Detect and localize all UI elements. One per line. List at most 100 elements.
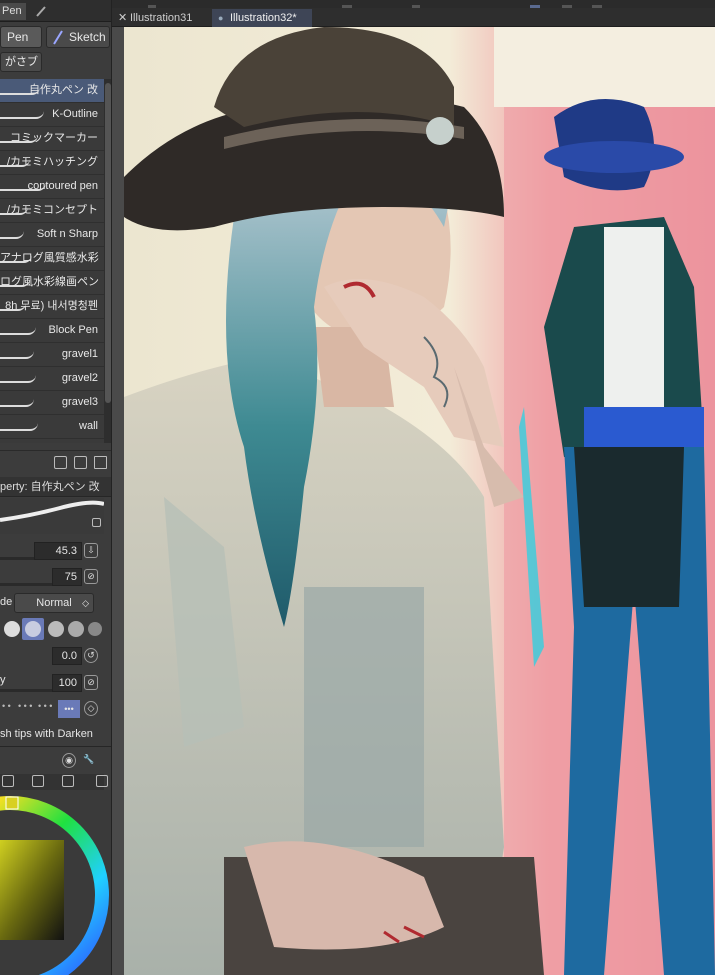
illustration-artwork	[124, 27, 715, 975]
density-row: y 100 ⊘	[0, 672, 104, 694]
pencil-icon	[53, 30, 63, 45]
color-tab-chevron[interactable]	[96, 775, 108, 787]
document-tab-2[interactable]: ● Illustration32*	[212, 9, 312, 27]
brush-item[interactable]: /カモミコンセプト	[0, 199, 104, 223]
brush-item[interactable]: ログ風水彩線画ペン	[0, 271, 104, 295]
command-bar	[112, 0, 715, 11]
blend-mode-select[interactable]: Normal ◇	[14, 593, 94, 613]
brush-size-value[interactable]: 45.3	[34, 542, 82, 560]
brush-item[interactable]: gravel2	[0, 367, 104, 391]
document-tab-2-label: Illustration32*	[230, 12, 297, 24]
brush-item[interactable]: /カモミハッチング	[0, 151, 104, 175]
opacity-dynamics-icon[interactable]: ⊘	[84, 569, 98, 584]
density-dynamics-icon[interactable]: ⊘	[84, 675, 98, 690]
brush-item[interactable]: gravel1	[0, 343, 104, 367]
brush-item-label: 自作丸ペン 改	[28, 84, 98, 96]
close-icon[interactable]: ✕	[118, 9, 127, 27]
opacity-row: 75 ⊘	[0, 566, 104, 588]
brush-tip-shape-icon[interactable]	[4, 621, 20, 637]
tip-option-selected[interactable]	[22, 618, 44, 640]
density-slider[interactable]	[0, 689, 60, 692]
brush-item[interactable]: Block Pen	[0, 319, 104, 343]
property-footer-icons: ◉ 🔧	[0, 750, 104, 770]
brush-stroke-icon	[0, 351, 34, 359]
tab-pen-label: Pen	[2, 5, 22, 17]
brush-item-label: wall	[79, 420, 98, 432]
lock-icon[interactable]	[92, 518, 101, 527]
drawing-canvas[interactable]	[124, 27, 715, 975]
brush-item-label: アナログ風質感水彩	[0, 252, 99, 264]
clip-studio-window: Pen Pen Sketch がさブ 自作丸ペン 改 K-Outline コミックマ…	[0, 0, 715, 975]
brush-stroke-icon	[0, 111, 44, 119]
brush-item-label: gravel3	[61, 396, 98, 408]
unsaved-dot-icon: ●	[218, 13, 224, 23]
tool-property-panel: Pen Pen Sketch がさブ 自作丸ペン 改 K-Outline コミックマ…	[0, 0, 112, 975]
subtool-group-label: がさブ	[5, 56, 38, 68]
duplicate-icon[interactable]	[74, 456, 87, 469]
brush-item-label: contoured pen	[27, 180, 98, 192]
scrollbar-thumb[interactable]	[105, 83, 111, 403]
blend-mode-value: Normal	[36, 597, 72, 609]
settings-icon[interactable]: ◉	[62, 753, 76, 768]
hue-marker[interactable]	[5, 796, 19, 810]
brush-item[interactable]: Soft n Sharp	[0, 223, 104, 247]
brush-item[interactable]: 自作丸ペン 改	[0, 79, 104, 103]
canvas-gutter	[112, 27, 124, 975]
tab-pen[interactable]: Pen	[0, 3, 26, 20]
subtool-pen-button[interactable]: Pen	[0, 26, 42, 48]
color-wheel-panel	[0, 790, 112, 975]
brush-item-label: /カモミハッチング	[6, 156, 98, 168]
download-icon[interactable]	[54, 456, 67, 469]
color-tab-1[interactable]	[2, 775, 14, 787]
brush-stroke-icon	[0, 423, 38, 431]
color-wheel[interactable]	[0, 790, 112, 975]
color-tab-3[interactable]	[62, 775, 74, 787]
brush-item[interactable]: アナログ風質感水彩	[0, 247, 104, 271]
brush-list: 自作丸ペン 改 K-Outline コミックマーカー/カモミハッチング contour…	[0, 79, 104, 443]
brush-item[interactable]: contoured pen	[0, 175, 104, 199]
brush-item[interactable]: gravel3	[0, 391, 104, 415]
spacing-option-selected[interactable]: •••	[58, 700, 80, 718]
brush-stroke-icon	[0, 231, 24, 239]
document-tab-1[interactable]: ✕ Illustration31	[114, 9, 212, 27]
opacity-value[interactable]: 75	[52, 568, 82, 586]
spacing-option-2[interactable]: • • •	[18, 701, 32, 711]
pen-tab-icon[interactable]	[32, 3, 50, 20]
trash-icon[interactable]	[94, 456, 107, 469]
brush-item-label: K-Outline	[52, 108, 98, 120]
brush-list-scrollbar[interactable]	[104, 79, 111, 443]
brush-item[interactable]: K-Outline	[0, 103, 104, 127]
density-value[interactable]: 100	[52, 674, 82, 692]
brush-item-label: 8h 무료) 내서명청펜	[5, 300, 98, 312]
opacity-slider[interactable]	[0, 583, 60, 586]
subtool-sketch-button[interactable]: Sketch	[46, 26, 110, 48]
footer-option-row: sh tips with Darken	[0, 724, 104, 746]
brush-item[interactable]: wall	[0, 415, 104, 439]
value-00[interactable]: 0.0	[52, 647, 82, 665]
tip-option-2[interactable]	[48, 621, 64, 637]
blend-mode-row: de Normal ◇	[0, 592, 104, 614]
brush-shape-row	[0, 616, 104, 642]
spacing-option-3[interactable]: • • •	[38, 701, 52, 711]
tip-option-4[interactable]	[88, 622, 102, 636]
brush-stroke-preview	[0, 498, 105, 534]
color-tab-2[interactable]	[32, 775, 44, 787]
spacing-option-1[interactable]: • •	[2, 701, 11, 711]
subtool-tabs: Pen Sketch	[0, 26, 111, 50]
spacing-stepper-icon[interactable]: ◇	[84, 701, 98, 716]
brush-item-label: gravel2	[61, 372, 98, 384]
panel-tab-strip: Pen	[0, 0, 111, 22]
brush-size-row: 45.3 ⇩	[0, 540, 104, 562]
tip-option-3[interactable]	[68, 621, 84, 637]
wrench-icon[interactable]: 🔧	[82, 753, 96, 768]
subtool-pen-label: Pen	[7, 30, 29, 44]
brush-item-label: gravel1	[61, 348, 98, 360]
value-00-row: 0.0 ↺	[0, 645, 104, 667]
brush-item-label: コミックマーカー	[10, 132, 98, 144]
brush-size-dynamics-icon[interactable]: ⇩	[84, 543, 98, 558]
reset-icon[interactable]: ↺	[84, 648, 98, 663]
brush-item[interactable]: 8h 무료) 내서명청펜	[0, 295, 104, 319]
subtool-group-button[interactable]: がさブ	[0, 52, 42, 72]
brush-item[interactable]: コミックマーカー	[0, 127, 104, 151]
brush-item-label: Soft n Sharp	[36, 228, 98, 240]
